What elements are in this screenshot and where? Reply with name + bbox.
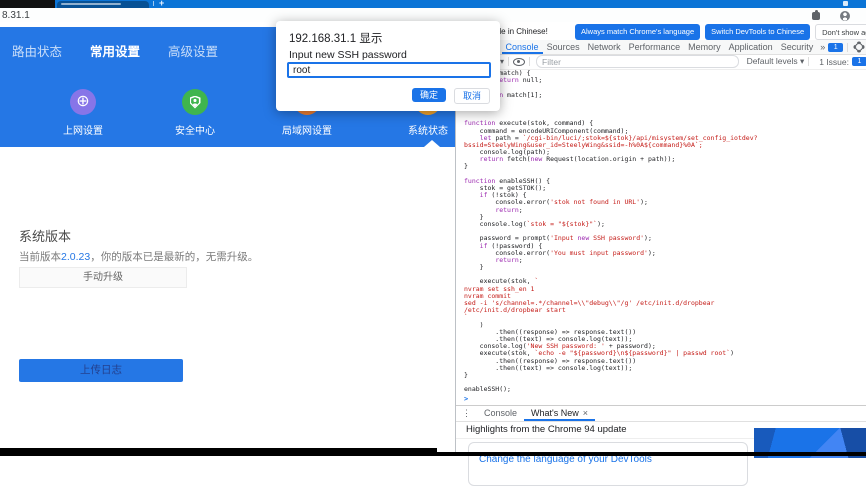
switch-devtools-chinese-button[interactable]: Switch DevTools to Chinese [705,24,810,40]
devtools-tab[interactable]: Performance [625,40,685,54]
version-link[interactable]: 2.0.23 [61,251,90,263]
devtools-tab[interactable]: Security [777,40,818,54]
devtools-drawer: ⋮ Console What's New × Highlights from t… [456,405,866,457]
profile-avatar-icon[interactable] [840,11,850,21]
quick-setting-circle[interactable] [182,89,208,115]
shield-person-icon [190,96,201,109]
log-levels-dropdown[interactable]: Default levels ▾ [747,56,805,67]
console-messages-badge[interactable]: 1 [828,43,843,52]
globe-icon [76,94,89,110]
console-code-area[interactable]: if (!match) { return null; } return matc… [456,69,866,407]
system-version-text: 当前版本2.0.23，你的版本已是最新的，无需升级。 [19,249,258,264]
drawer-kebab-icon[interactable]: ⋮ [462,408,471,419]
devtools-panel: DevTools is now available in Chinese! Al… [455,22,866,456]
devtools-tab[interactable]: Application [725,40,777,54]
quick-setting-label: 上网设置 [41,122,125,137]
code-line: return; [464,207,758,214]
drawer-tab[interactable]: What's New × [524,406,595,421]
whats-new-card[interactable]: Change the language of your DevTools [468,442,748,486]
manual-upgrade-button[interactable]: 手动升级 [19,267,187,288]
router-nav-tab[interactable]: 高级设置 [168,41,218,60]
browser-tab-strip: + [0,0,866,8]
address-bar-url[interactable]: 8.31.1 [2,10,30,21]
code-line: } [464,99,758,106]
live-expression-icon[interactable] [513,58,525,66]
selected-section-notch [424,140,440,147]
always-match-language-button[interactable]: Always match Chrome's language [575,24,700,40]
quick-setting-item[interactable]: 安全中心 [153,89,237,137]
console-filter-input[interactable] [536,55,739,68]
issues-badge: 1 [852,57,866,66]
more-tabs-chevron[interactable]: » [817,42,828,52]
code-line [464,106,758,113]
drawer-tab-bar: ⋮ Console What's New × [456,406,866,422]
tab-separator [153,1,154,6]
console-prompt-chevron[interactable]: > [464,396,468,403]
settings-gear-icon[interactable] [855,43,863,51]
code-line: return null; [464,77,758,84]
code-line: console.log(`stok = "${stok}"`); [464,221,758,228]
quick-setting-label: 局域网设置 [265,122,349,137]
devtools-language-notice: DevTools is now available in Chinese! Al… [456,22,866,41]
devtools-tab[interactable]: Console [502,40,543,54]
active-browser-tab[interactable] [57,1,149,8]
code-line: enableSSH(); [464,386,758,393]
upload-log-button[interactable]: 上传日志 [19,359,183,382]
devtools-tab[interactable]: Network [584,40,625,54]
prompt-dialog: 192.168.31.1 显示 Input new SSH password 确… [276,21,500,111]
code-line: return match[1]; [464,92,758,99]
password-input[interactable] [287,62,491,78]
devtools-tab[interactable]: Memory [684,40,725,54]
router-nav-tabs: 路由状态 常用设置 高级设置 [12,41,218,60]
router-nav-tab[interactable]: 路由状态 [12,41,62,60]
quick-setting-circle[interactable] [70,89,96,115]
bottom-black-bar-left [0,448,437,456]
code-line: } [464,372,758,379]
tab-strip-icon[interactable] [843,1,848,6]
system-version-title: 系统版本 [19,226,71,245]
code-line: } [464,163,758,170]
code-line: } [464,264,758,271]
code-line: return fetch(new Request(location.origin… [464,156,758,163]
frame-selector-caret[interactable]: ▾ [500,57,504,66]
window-corner [0,0,55,8]
quick-setting-item[interactable]: 上网设置 [41,89,125,137]
quick-setting-label: 安全中心 [153,122,237,137]
devtools-tab[interactable]: Sources [543,40,584,54]
drawer-tab[interactable]: Console [477,406,524,421]
issues-counter[interactable]: 1 Issue: 1 [819,57,866,67]
router-nav-tab[interactable]: 常用设置 [90,41,140,60]
devtools-tab-bar: ElementsConsoleSourcesNetworkPerformance… [456,40,866,55]
code-line: .then((text) => console.log(text)); [464,365,758,372]
dont-show-again-button[interactable]: Don't show again [815,24,866,40]
dialog-message: Input new SSH password [289,49,407,61]
dialog-title: 192.168.31.1 显示 [289,30,382,46]
console-toolbar: ▾ Default levels ▾ 1 Issue: 1 [456,54,866,70]
cancel-button[interactable]: 取消 [454,88,490,104]
extensions-icon[interactable] [812,12,820,20]
new-tab-button[interactable]: + [159,0,164,8]
ok-button[interactable]: 确定 [412,88,446,102]
bottom-black-bar-right [437,452,866,456]
code-line: /etc/init.d/dropbear start [464,307,758,314]
code-line: return; [464,257,758,264]
code-line: ` [464,314,758,321]
close-tab-icon[interactable]: × [583,406,588,421]
